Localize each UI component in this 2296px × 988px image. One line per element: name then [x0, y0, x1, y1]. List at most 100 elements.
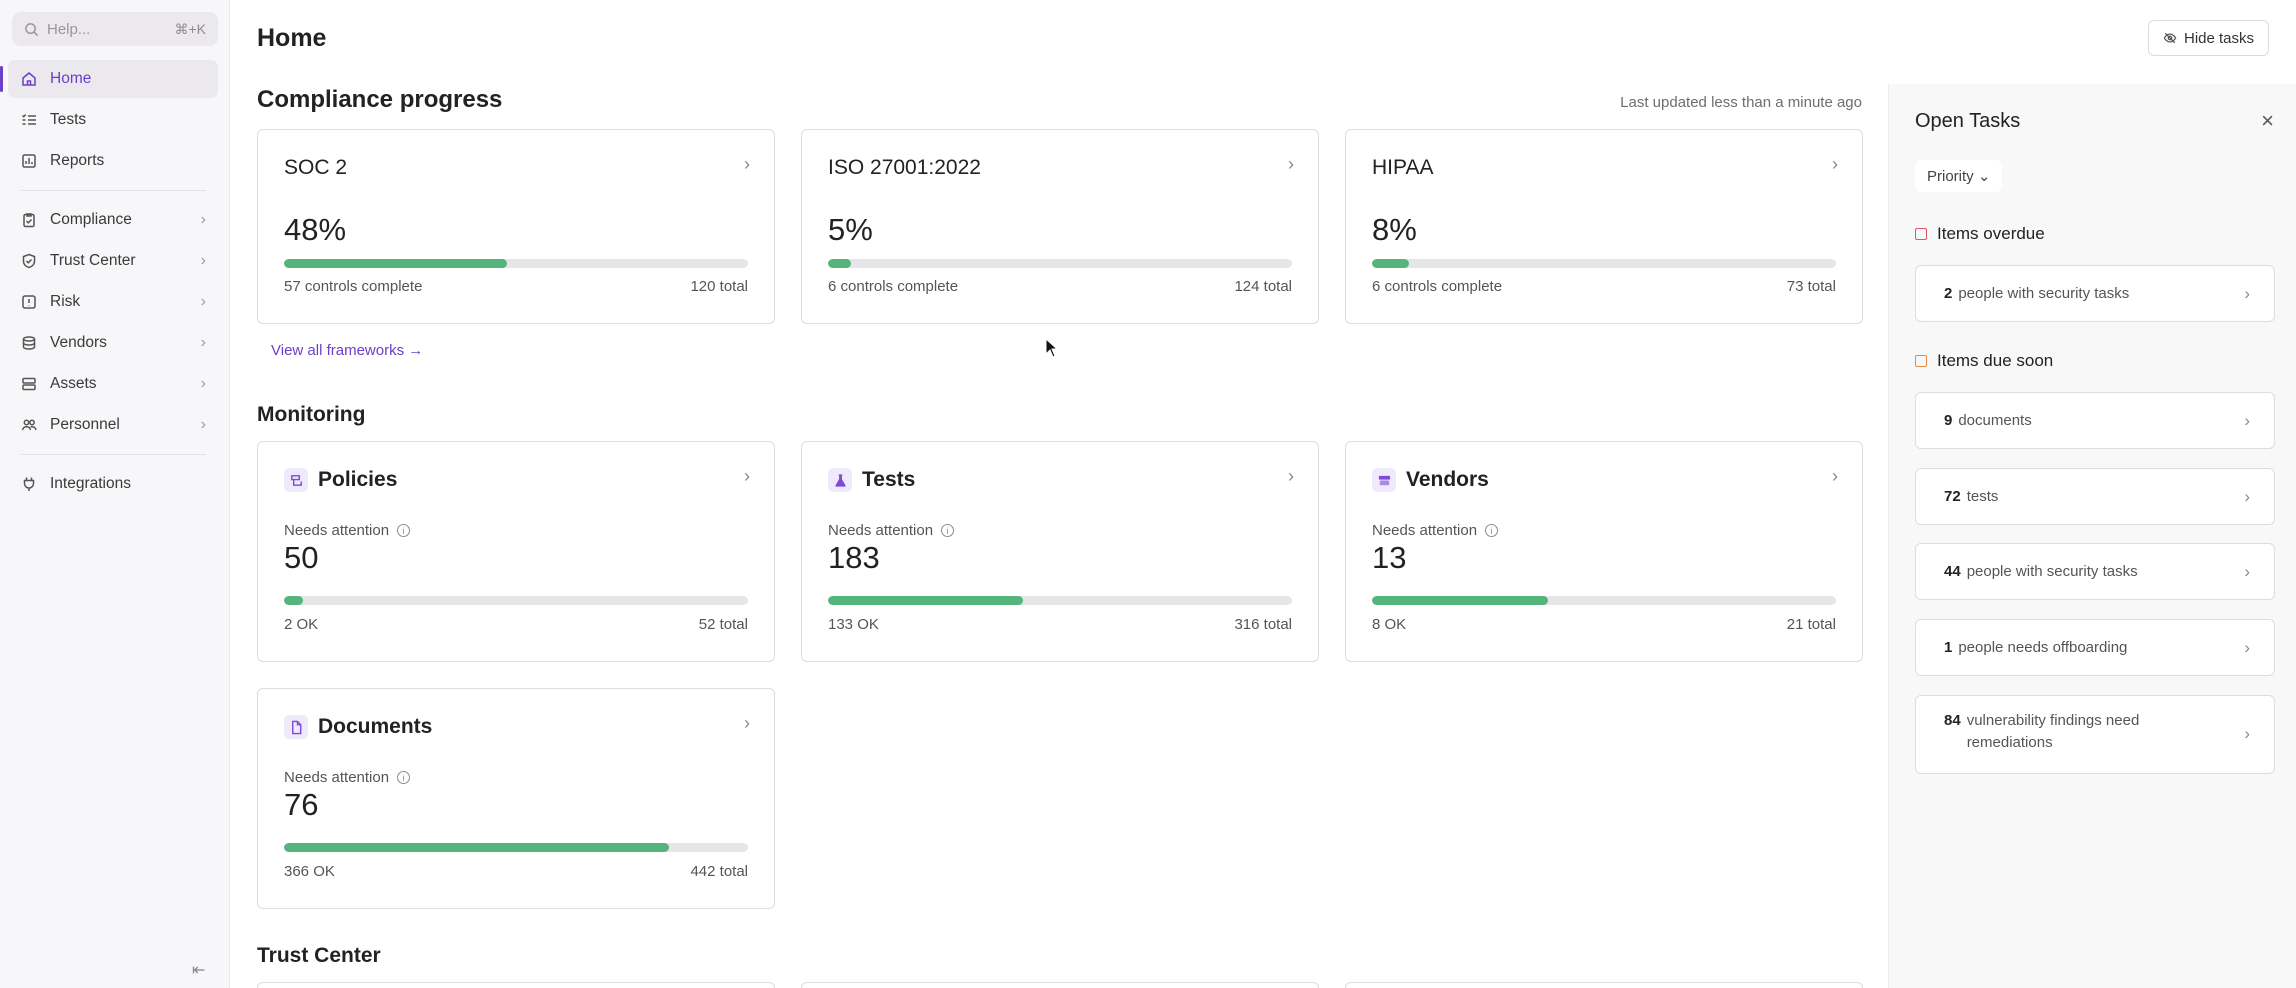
sidebar-item-label: Tests: [50, 111, 87, 128]
controls-total: 73 total: [1786, 278, 1836, 295]
sidebar-item-label: Home: [50, 70, 92, 87]
view-all-label: View all frameworks: [271, 342, 405, 359]
main-content: Home Compliance progress Last updated le…: [257, 0, 1863, 988]
report-icon: [20, 152, 38, 170]
info-icon[interactable]: i: [397, 524, 411, 537]
sidebar-item-trust-center[interactable]: Trust Center ›: [8, 242, 218, 280]
framework-card-iso27001[interactable]: ISO 27001:2022 › 5% 6 controls complete …: [801, 129, 1319, 324]
framework-card-hipaa[interactable]: HIPAA › 8% 6 controls complete 73 total: [1345, 129, 1863, 324]
sidebar-item-tests[interactable]: Tests: [8, 101, 218, 139]
section-title-monitoring: Monitoring: [257, 403, 366, 426]
framework-name: HIPAA: [1372, 156, 1434, 179]
calendar-icon: [1915, 355, 1927, 367]
ok-count: 133 OK: [828, 616, 879, 633]
monitoring-card-header: Documents: [284, 715, 432, 739]
task-label: vulnerability findings need remediations: [1966, 712, 2140, 751]
eye-off-icon: [2163, 32, 2177, 44]
chevron-right-icon: ›: [200, 293, 206, 310]
task-label: people needs offboarding: [1958, 639, 2128, 656]
monitoring-card-title: Documents: [318, 715, 433, 738]
sidebar-item-label: Vendors: [50, 334, 107, 351]
sidebar-item-integrations[interactable]: Integrations: [8, 465, 218, 503]
monitoring-card-tests[interactable]: Tests › Needs attention i 183 133 OK 316 …: [801, 441, 1319, 662]
task-count: 84: [1944, 712, 1961, 729]
task-item[interactable]: 2 people with security tasks ›: [1915, 265, 2275, 322]
document-icon: [284, 715, 308, 739]
monitoring-footer: 2 OK 52 total: [284, 616, 748, 633]
ok-count: 2 OK: [284, 616, 319, 633]
chevron-right-icon: ›: [2244, 637, 2250, 657]
trust-center-card[interactable]: [801, 982, 1319, 988]
task-count: 2: [1944, 285, 1953, 302]
sidebar-item-compliance[interactable]: Compliance ›: [8, 201, 218, 239]
chevron-down-icon: ⌄: [1977, 168, 1991, 185]
progress-bar: [1372, 596, 1836, 605]
framework-card-soc2[interactable]: SOC 2 › 48% 57 controls complete 120 tot…: [257, 129, 775, 324]
chevron-right-icon: ›: [200, 375, 206, 392]
monitoring-card-documents[interactable]: Documents › Needs attention i 76 366 OK 4…: [257, 688, 775, 909]
overdue-header: Items overdue: [1915, 224, 2045, 244]
server-icon: [20, 375, 38, 393]
info-icon[interactable]: i: [941, 524, 955, 537]
hide-tasks-button[interactable]: Hide tasks: [2148, 20, 2270, 56]
home-icon: [20, 70, 38, 88]
info-icon[interactable]: i: [397, 771, 411, 784]
task-label: people with security tasks: [1966, 563, 2138, 580]
chevron-right-icon: ›: [2244, 724, 2250, 743]
task-item[interactable]: 1 people needs offboarding ›: [1915, 619, 2275, 676]
task-label: documents: [1958, 412, 2032, 429]
section-title-compliance: Compliance progress: [257, 86, 503, 113]
task-item[interactable]: 84 vulnerability findings need remediatio…: [1915, 695, 2275, 774]
needs-attention-label: Needs attention: [828, 522, 934, 539]
overdue-title: Items overdue: [1937, 224, 2045, 243]
priority-dropdown[interactable]: Priority ⌄: [1915, 160, 2003, 192]
stack-icon: [20, 334, 38, 352]
sidebar-item-home[interactable]: Home: [0, 60, 218, 98]
progress-fill: [284, 843, 670, 852]
chevron-right-icon: ›: [200, 252, 206, 269]
task-count: 1: [1944, 639, 1953, 656]
sidebar-item-vendors[interactable]: Vendors ›: [8, 324, 218, 362]
sidebar-item-label: Reports: [50, 152, 105, 169]
chevron-right-icon: ›: [1832, 466, 1838, 486]
sidebar-item-personnel[interactable]: Personnel ›: [8, 406, 218, 444]
task-item[interactable]: 72 tests ›: [1915, 468, 2275, 525]
chevron-right-icon: ›: [2244, 283, 2250, 303]
chevron-right-icon: ›: [1832, 154, 1838, 174]
monitoring-card-vendors[interactable]: Vendors › Needs attention i 13 8 OK 21 to…: [1345, 441, 1863, 662]
needs-attention-count: 50: [284, 540, 319, 575]
search-placeholder: Help...: [47, 20, 91, 38]
priority-label: Priority: [1927, 167, 1974, 185]
monitoring-card-policies[interactable]: Policies › Needs attention i 50 2 OK 52 t…: [257, 441, 775, 662]
collapse-sidebar-icon[interactable]: ⇤: [192, 960, 205, 980]
trust-center-card[interactable]: [257, 982, 775, 988]
people-icon: [20, 416, 38, 434]
view-all-frameworks-link[interactable]: View all frameworks →: [271, 342, 423, 359]
info-icon[interactable]: i: [1485, 524, 1499, 537]
close-icon[interactable]: ×: [2261, 108, 2274, 134]
sidebar-item-label: Integrations: [50, 475, 131, 492]
sidebar-item-risk[interactable]: Risk ›: [8, 283, 218, 321]
help-search[interactable]: Help... ⌘+K: [12, 12, 218, 46]
framework-percent: 48%: [284, 212, 347, 247]
framework-percent: 5%: [828, 212, 873, 247]
task-count: 72: [1944, 488, 1961, 505]
controls-complete: 6 controls complete: [828, 278, 959, 295]
progress-fill: [284, 259, 507, 268]
task-count: 9: [1944, 412, 1953, 429]
sidebar-item-reports[interactable]: Reports: [8, 142, 218, 180]
needs-attention: Needs attention i: [1372, 522, 1499, 539]
chevron-right-icon: ›: [200, 416, 206, 433]
task-item[interactable]: 9 documents ›: [1915, 392, 2275, 449]
sidebar-item-label: Assets: [50, 375, 97, 392]
sidebar-item-assets[interactable]: Assets ›: [8, 365, 218, 403]
monitoring-card-title: Tests: [862, 468, 916, 491]
mouse-cursor-icon: [1045, 338, 1059, 358]
progress-bar: [1372, 259, 1836, 268]
task-label: people with security tasks: [1958, 285, 2130, 302]
monitoring-card-header: Policies: [284, 468, 397, 492]
progress-bar: [284, 843, 748, 852]
trust-center-card[interactable]: [1345, 982, 1863, 988]
needs-attention-label: Needs attention: [1372, 522, 1478, 539]
task-item[interactable]: 44 people with security tasks ›: [1915, 543, 2275, 600]
